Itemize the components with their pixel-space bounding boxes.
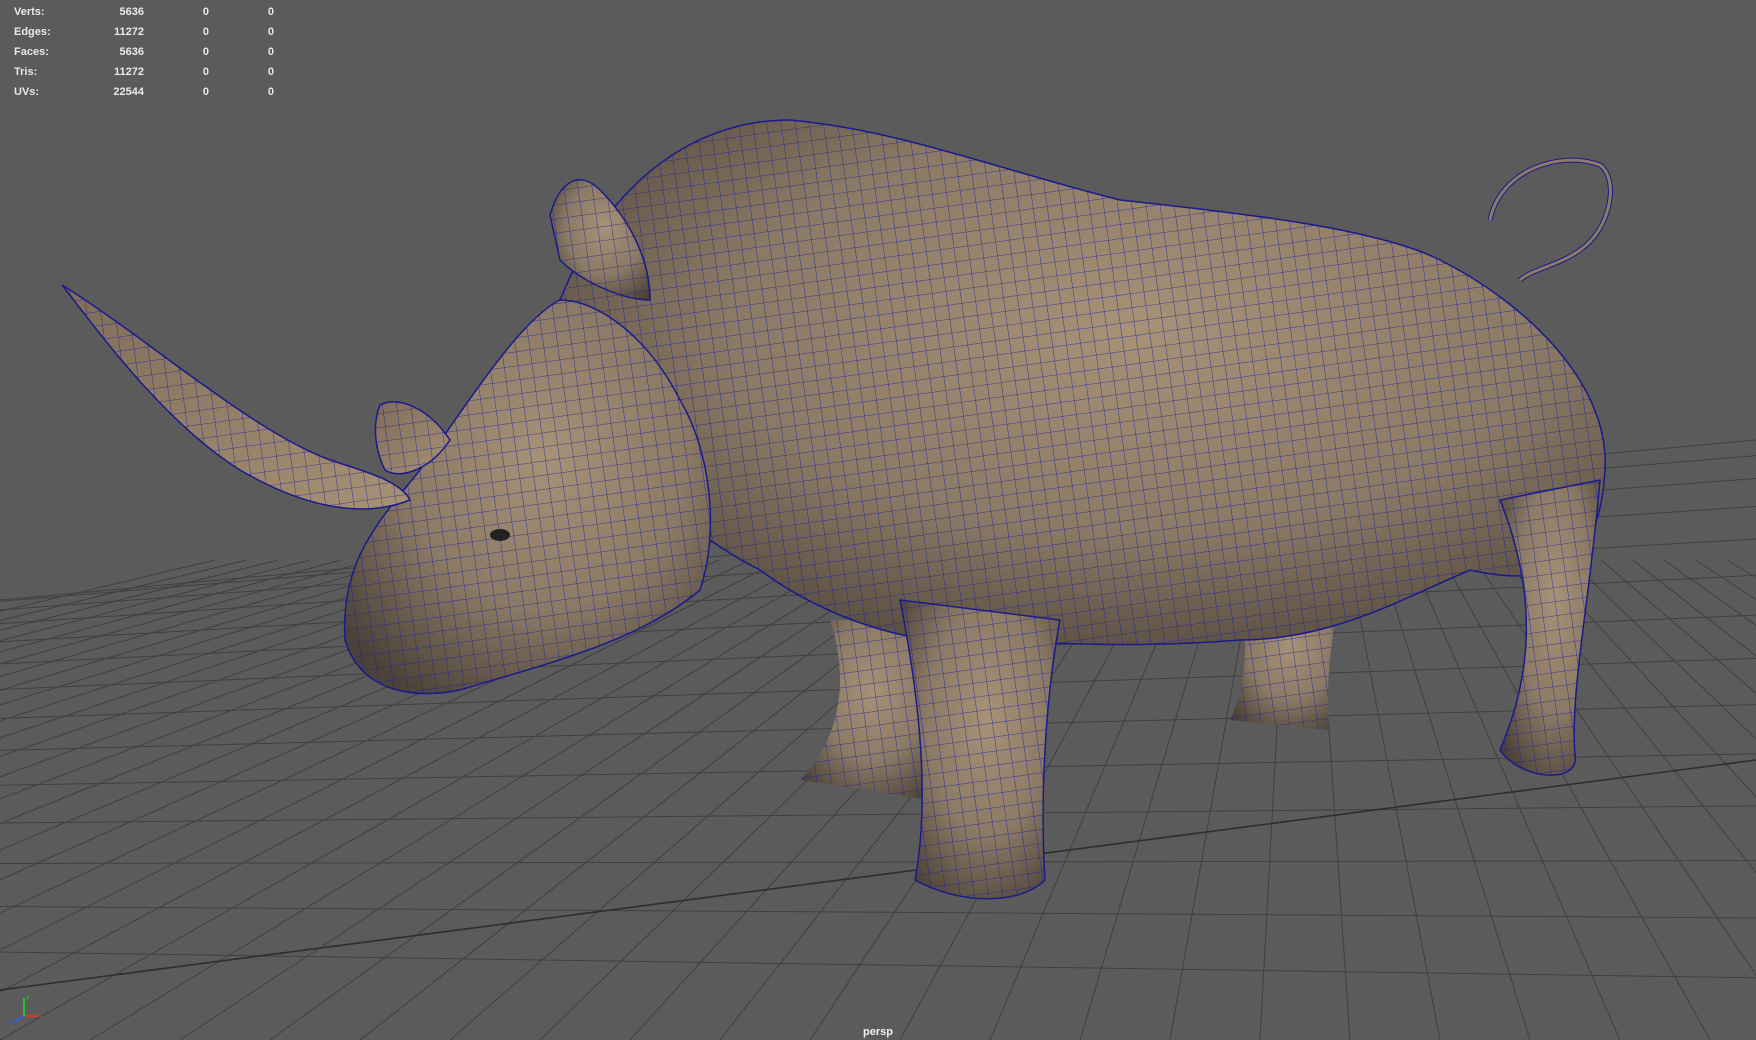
grid-line (0, 559, 247, 621)
eye-icon (490, 529, 510, 541)
hud-selected: 0 (202, 26, 209, 38)
camera-name-label: persp (863, 1026, 893, 1038)
hud-value: 11272 (114, 26, 144, 38)
scene-canvas[interactable] (0, 0, 1756, 1040)
x-axis-label: x (39, 1015, 42, 1022)
hud-label: Edges: (14, 26, 51, 38)
hud-label: Verts: (14, 6, 45, 18)
hud-row-tris: Tris: 11272 0 0 (14, 62, 274, 82)
grid-axis-line (0, 759, 1756, 991)
hud-triangles: 0 (267, 66, 274, 78)
hud-label: UVs: (14, 86, 40, 98)
hud-row-faces: Faces: 5636 0 0 (14, 42, 274, 62)
grid-line (0, 860, 1756, 864)
hud-row-edges: Edges: 11272 0 0 (14, 22, 274, 42)
y-axis-label: y (26, 994, 30, 1001)
hud-selected: 0 (202, 86, 209, 98)
axis-gizmo-icon: x y z (8, 994, 42, 1026)
hud-label: Faces: (14, 46, 49, 58)
hud-row-verts: Verts: 5636 0 0 (14, 2, 274, 22)
grid-line (1569, 559, 1756, 740)
grid-line (0, 559, 405, 678)
grid-line (1474, 559, 1756, 976)
hud-value: 11272 (114, 66, 144, 78)
hud-value: 5636 (119, 6, 144, 18)
hud-triangles: 0 (267, 46, 274, 58)
hud-triangles: 0 (267, 26, 274, 38)
rhino-mesh[interactable] (61, 119, 1613, 900)
hud-triangles: 0 (267, 86, 274, 98)
hud-selected: 0 (202, 46, 209, 58)
grid-line (0, 805, 1756, 824)
grid-line (1600, 559, 1756, 694)
grid-line (0, 906, 1756, 919)
grid-line (1663, 559, 1756, 626)
grid-line (1411, 559, 1621, 1040)
grid-line (1632, 559, 1756, 657)
z-axis-icon (13, 1015, 25, 1023)
hud-selected: 0 (202, 6, 209, 18)
z-axis-label: z (8, 1019, 12, 1026)
3d-viewport[interactable]: Verts: 5636 0 0 Edges: 11272 0 0 Faces: … (0, 0, 1756, 1040)
hud-selected: 0 (202, 66, 209, 78)
heads-up-display: Verts: 5636 0 0 Edges: 11272 0 0 Faces: … (14, 2, 274, 102)
hud-row-uvs: UVs: 22544 0 0 (14, 82, 274, 102)
hud-value: 22544 (113, 86, 144, 98)
hud-label: Tris: (14, 66, 38, 78)
hud-value: 5636 (119, 46, 144, 58)
hud-triangles: 0 (267, 6, 274, 18)
